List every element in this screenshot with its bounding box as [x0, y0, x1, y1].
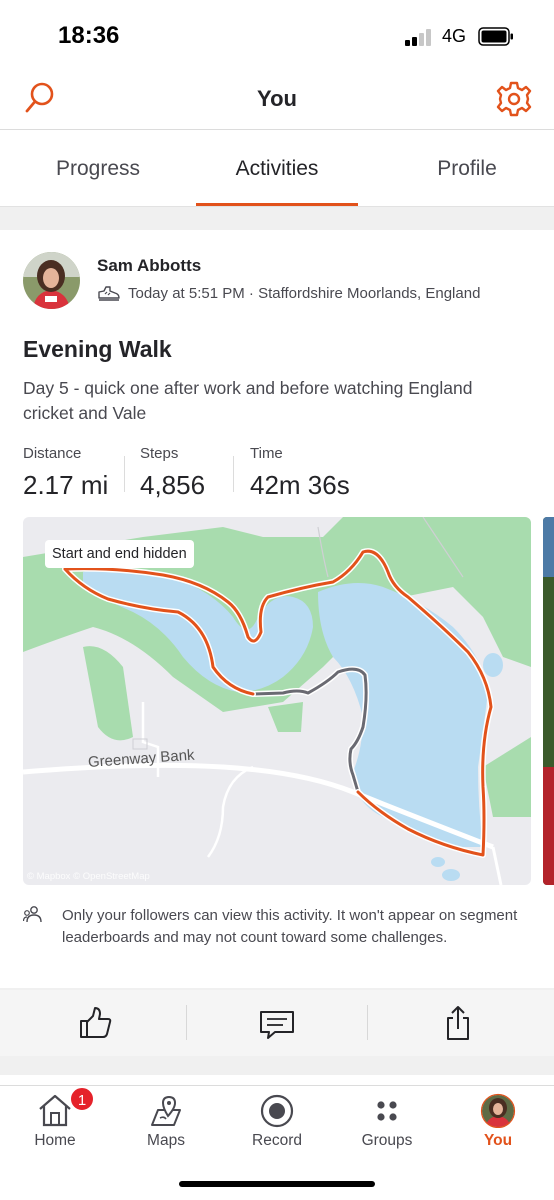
tab-label: You [483, 1132, 513, 1149]
status-time: 18:36 [58, 22, 120, 49]
tab-progress[interactable]: Progress [0, 131, 196, 207]
tab-maps[interactable]: Maps [116, 1086, 216, 1166]
tab-record[interactable]: Record [227, 1086, 327, 1166]
athlete-name[interactable]: Sam Abbotts [97, 256, 201, 276]
groups-icon [377, 1101, 397, 1121]
start-end-hidden-badge: Start and end hidden [45, 540, 194, 568]
stat-label: Steps [140, 445, 179, 462]
action-divider [367, 1005, 368, 1040]
home-icon [39, 1094, 71, 1127]
stat-value: 42m 36s [250, 470, 350, 500]
battery-icon [478, 27, 513, 46]
tab-profile[interactable]: Profile [380, 131, 554, 207]
stat-divider [124, 456, 125, 492]
activity-description: Day 5 - quick one after work and before … [23, 378, 473, 423]
privacy-note: Only your followers can view this activi… [62, 907, 518, 946]
page-title: You [257, 86, 297, 111]
tab-groups[interactable]: Groups [337, 1086, 437, 1166]
next-media-preview[interactable] [543, 517, 554, 885]
tab-label: Maps [147, 1132, 185, 1149]
tab-label: Groups [361, 1132, 413, 1149]
stat-steps: Steps 4,856 [140, 445, 205, 501]
stat-time: Time 42m 36s [250, 445, 350, 501]
gear-icon[interactable] [494, 79, 534, 119]
stat-value: 2.17 mi [23, 470, 109, 500]
stat-value: 4,856 [140, 470, 206, 500]
comment-button[interactable] [227, 990, 327, 1056]
record-icon [260, 1094, 294, 1128]
stat-distance: Distance 2.17 mi [23, 445, 108, 501]
home-indicator[interactable] [179, 1181, 375, 1187]
tab-label: Record [252, 1132, 302, 1149]
thumbs-up-icon [80, 1007, 112, 1038]
walk-shoe-icon [98, 286, 120, 301]
map-attribution[interactable]: © Mapbox © OpenStreetMap [27, 871, 150, 882]
stat-divider [233, 456, 234, 492]
signal-strength-icon [405, 28, 435, 46]
kudos-button[interactable] [46, 990, 146, 1056]
next-activity-card[interactable] [0, 1075, 554, 1085]
activity-actions [0, 990, 554, 1056]
tab-home[interactable]: 1 Home [5, 1086, 105, 1166]
athlete-avatar[interactable] [23, 252, 80, 309]
tab-activities[interactable]: Activities [196, 131, 358, 207]
network-type: 4G [442, 26, 467, 46]
share-icon [447, 1006, 469, 1040]
app-header: You [0, 70, 554, 130]
tab-you[interactable]: You [448, 1086, 548, 1166]
activity-meta: Today at 5:51 PM · Staffordshire Moorlan… [128, 285, 481, 302]
route-map[interactable] [23, 517, 531, 885]
share-button[interactable] [408, 990, 508, 1056]
comment-icon [260, 1011, 294, 1039]
tab-label: Home [34, 1132, 76, 1149]
stat-label: Distance [23, 445, 82, 462]
avatar [480, 1093, 516, 1128]
action-divider [186, 1005, 187, 1040]
active-tab-indicator [196, 203, 358, 206]
maps-icon [151, 1095, 181, 1126]
stat-label: Time [250, 445, 283, 462]
notification-badge: 1 [69, 1086, 95, 1112]
activity-title[interactable]: Evening Walk [23, 336, 172, 363]
profile-tabs: Progress Activities Profile [0, 131, 554, 207]
status-bar: 18:36 4G [0, 0, 554, 70]
followers-icon [23, 906, 42, 923]
